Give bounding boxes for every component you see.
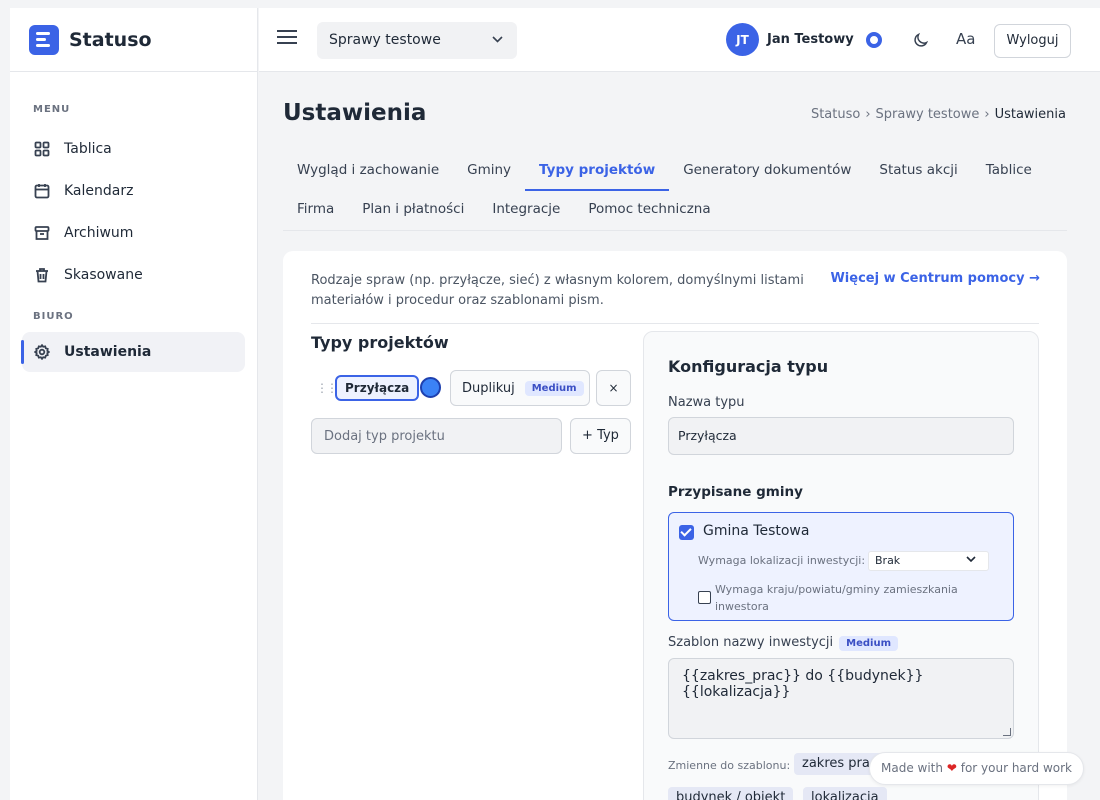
sidebar-item-kalendarz[interactable]: Kalendarz — [22, 171, 245, 211]
breadcrumb: Statuso › Sprawy testowe › Ustawienia — [811, 107, 1066, 122]
hamburger-menu-icon[interactable] — [277, 30, 297, 50]
settings-card: Rodzaje spraw (np. przyłącze, sieć) z wł… — [283, 251, 1067, 800]
heart-icon: ❤ — [946, 761, 957, 775]
location-required-select[interactable]: Brak — [868, 551, 989, 571]
duplicate-label: Duplikuj — [462, 380, 515, 396]
tab-tablice[interactable]: Tablice — [972, 152, 1046, 191]
breadcrumb-current: Ustawienia — [994, 107, 1066, 122]
project-select-value: Sprawy testowe — [329, 32, 441, 48]
type-chip-przylacza[interactable]: Przyłącza — [335, 375, 420, 401]
gmina-checkbox[interactable] — [679, 525, 694, 540]
gmina-name: Gmina Testowa — [703, 523, 810, 539]
topbar: Sprawy testowe JT Jan Testowy Aa Wyloguj — [259, 8, 1100, 72]
breadcrumb-separator: › — [984, 107, 990, 122]
gminy-title: Przypisane gminy — [668, 484, 803, 500]
remove-type-button[interactable]: × — [596, 370, 631, 406]
duplicate-button[interactable]: Duplikuj Medium — [450, 370, 590, 406]
tab-firma[interactable]: Firma — [283, 191, 348, 230]
nav-section-menu: MENU — [33, 104, 71, 115]
made-with-pre: Made with — [881, 761, 943, 775]
brand-logo-icon — [29, 24, 59, 55]
logout-button[interactable]: Wyloguj — [994, 24, 1071, 58]
sidebar: Statuso MENU Tablica Kalendarz Archiwum … — [10, 8, 258, 800]
sidebar-item-ustawienia[interactable]: Ustawienia — [21, 332, 245, 372]
tab-integracje[interactable]: Integracje — [478, 191, 574, 230]
types-title: Typy projektów — [311, 333, 449, 352]
location-required-value: Brak — [875, 554, 901, 567]
tabs-divider — [283, 230, 1067, 231]
nav-section-biuro: BIURO — [33, 311, 74, 322]
resize-handle-icon[interactable] — [1003, 728, 1011, 736]
grid-icon — [34, 141, 50, 157]
user-name: Jan Testowy — [767, 32, 854, 47]
made-with-post: for your hard work — [960, 761, 1072, 775]
settings-tabs: Wygląd i zachowanie Gminy Typy projektów… — [283, 152, 1067, 231]
tab-generatory-dokumentow[interactable]: Generatory dokumentów — [669, 152, 865, 191]
intro-text: Rodzaje spraw (np. przyłącze, sieć) z wł… — [311, 273, 804, 308]
type-color-picker[interactable] — [420, 377, 441, 398]
template-label-text: Szablon nazwy inwestycji — [668, 635, 834, 650]
template-value: {{zakres_prac}} do {{budynek}} {{lokaliz… — [682, 668, 924, 700]
tab-plan-platnosci[interactable]: Plan i płatności — [348, 191, 478, 230]
type-name-input[interactable]: Przyłącza — [668, 417, 1014, 455]
sidebar-item-label: Tablica — [64, 141, 112, 157]
sidebar-item-skasowane[interactable]: Skasowane — [22, 255, 245, 295]
archive-icon — [34, 226, 50, 240]
gear-icon — [34, 344, 50, 360]
tab-typy-projektow[interactable]: Typy projektów — [525, 152, 670, 191]
template-textarea[interactable]: {{zakres_prac}} do {{budynek}} {{lokaliz… — [668, 658, 1014, 739]
made-with-badge: Made with ❤ for your hard work — [869, 752, 1084, 785]
config-title: Konfiguracja typu — [668, 357, 829, 376]
trash-icon — [36, 268, 48, 283]
template-vars-label: Zmienne do szablonu: — [668, 759, 791, 772]
font-size-toggle[interactable]: Aa — [956, 30, 975, 48]
page-title: Ustawienia — [283, 100, 427, 126]
breadcrumb-item[interactable]: Sprawy testowe — [876, 107, 980, 122]
name-label: Nazwa typu — [668, 395, 745, 410]
tab-pomoc-techniczna[interactable]: Pomoc techniczna — [574, 191, 724, 230]
plan-badge: Medium — [839, 636, 898, 651]
accent-color-icon[interactable] — [866, 32, 882, 48]
project-select[interactable]: Sprawy testowe — [317, 22, 517, 59]
brand[interactable]: Statuso — [10, 8, 257, 72]
divider — [311, 323, 1039, 324]
breadcrumb-item[interactable]: Statuso — [811, 107, 860, 122]
sidebar-item-label: Kalendarz — [64, 183, 134, 199]
avatar: JT — [726, 23, 759, 56]
location-required-label: Wymaga lokalizacji inwestycji: — [698, 554, 866, 567]
sidebar-item-label: Skasowane — [64, 267, 143, 283]
tab-status-akcji[interactable]: Status akcji — [865, 152, 971, 191]
chevron-down-icon — [492, 36, 503, 43]
tab-wyglad[interactable]: Wygląd i zachowanie — [283, 152, 453, 191]
chevron-down-icon — [966, 556, 976, 562]
help-center-link[interactable]: Więcej w Centrum pomocy → — [830, 271, 1040, 286]
add-type-button[interactable]: + Typ — [570, 418, 631, 454]
plan-badge: Medium — [524, 380, 584, 396]
gmina-card: Gmina Testowa Wymaga lokalizacji inwesty… — [668, 512, 1014, 621]
calendar-icon — [34, 184, 50, 199]
user-menu[interactable]: JT Jan Testowy — [726, 23, 854, 56]
tab-gminy[interactable]: Gminy — [453, 152, 525, 191]
type-config-panel: Konfiguracja typu Nazwa typu Przyłącza P… — [643, 331, 1039, 800]
template-label: Szablon nazwy inwestycji Medium — [668, 635, 898, 651]
add-type-input[interactable] — [311, 418, 562, 454]
drag-handle-icon[interactable]: ⋮⋮ — [316, 381, 338, 395]
template-var-chip[interactable]: lokalizacja — [803, 787, 887, 800]
sidebar-item-label: Archiwum — [64, 225, 134, 241]
moon-icon[interactable] — [912, 31, 930, 49]
investor-region-checkbox[interactable] — [698, 591, 711, 604]
sidebar-item-archiwum[interactable]: Archiwum — [22, 213, 245, 253]
investor-region-label: Wymaga kraju/powiatu/gminy zamieszkania … — [715, 583, 958, 613]
breadcrumb-separator: › — [865, 107, 871, 122]
sidebar-item-label: Ustawienia — [64, 344, 152, 360]
template-var-chip[interactable]: budynek / obiekt — [668, 787, 794, 800]
sidebar-item-tablica[interactable]: Tablica — [22, 129, 245, 169]
brand-name: Statuso — [69, 28, 152, 51]
